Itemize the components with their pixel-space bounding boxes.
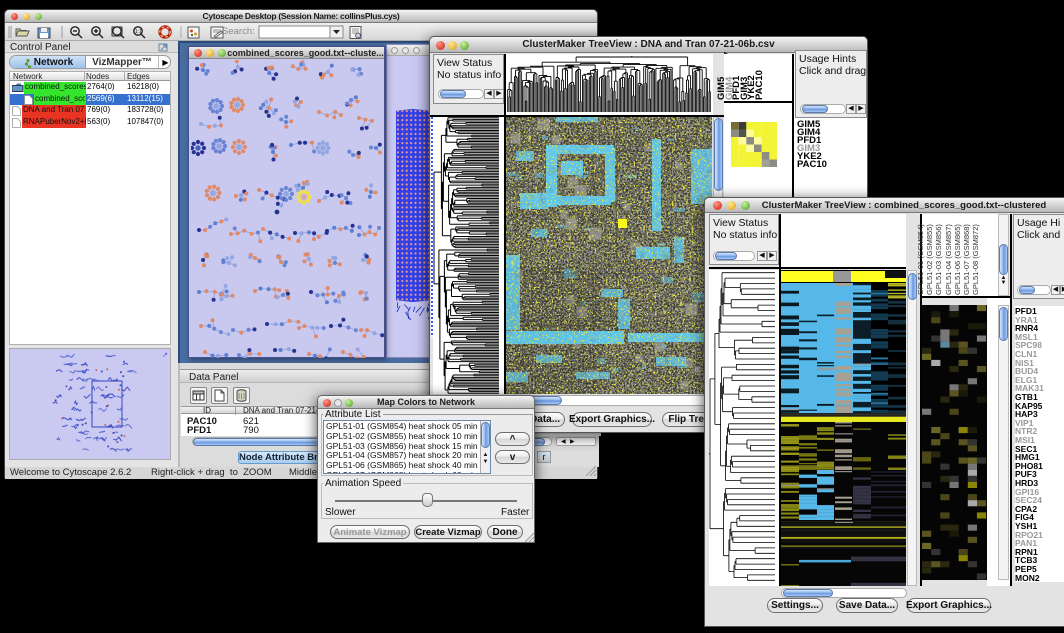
svg-text:Search:: Search:: [222, 26, 255, 37]
svg-text:1:1: 1:1: [135, 29, 142, 35]
